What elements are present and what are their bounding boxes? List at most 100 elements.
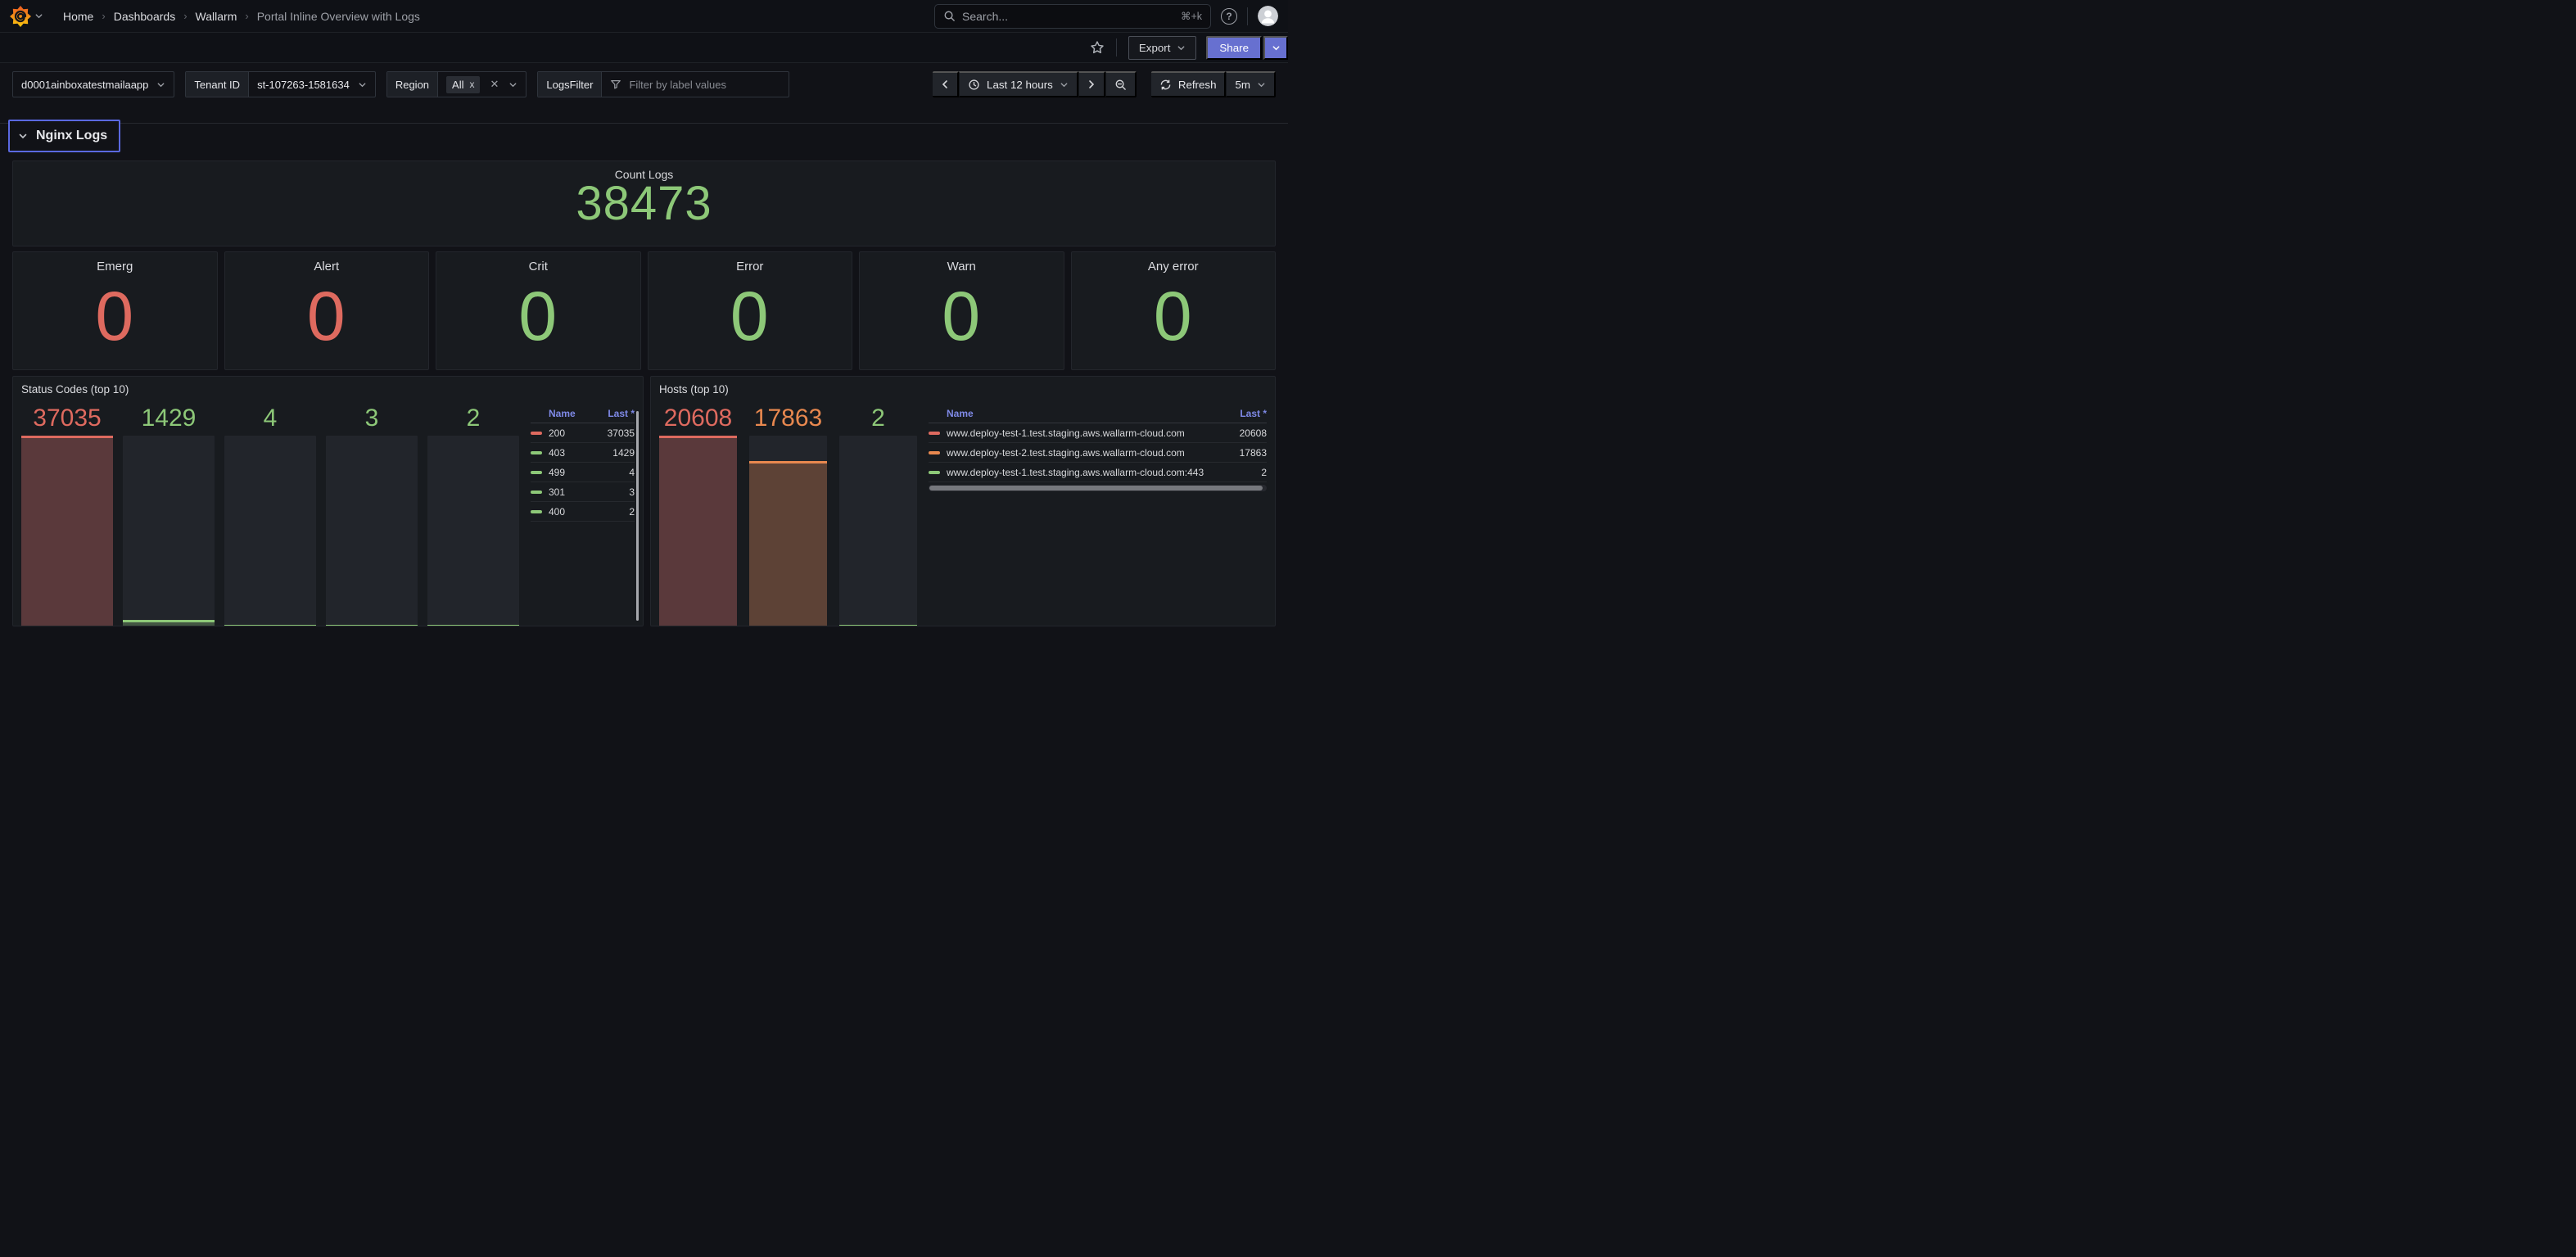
export-button[interactable]: Export [1128,36,1197,60]
grafana-logo-menu[interactable] [10,6,43,27]
bar-chart: 370351429432 [21,404,519,626]
panel-title[interactable]: Error [736,260,763,274]
logs-filter-input[interactable]: Filter by label values [602,72,789,97]
legend-row: 4002 [531,502,635,522]
scrollbar-thumb[interactable] [929,486,1263,491]
legend-series-value: 4 [629,467,635,478]
legend-series-value: 1429 [612,447,635,459]
bar-value-label: 20608 [659,404,737,433]
region-dropdown[interactable]: Region All x ✕ [386,71,527,97]
legend-series-name[interactable]: 400 [549,506,622,518]
legend-series-name[interactable]: 403 [549,447,606,459]
legend-series-name[interactable]: 499 [549,467,622,478]
chevron-down-icon [1177,43,1186,52]
search-input[interactable]: Search... ⌘+k [934,4,1211,29]
region-label: Region [387,72,438,97]
stat-panel-crit: Crit0 [436,251,641,370]
help-icon[interactable]: ? [1221,8,1237,25]
bar-value-label: 17863 [749,404,827,433]
chevron-down-icon [18,131,28,141]
time-shift-back-button[interactable] [933,71,959,97]
search-icon [943,10,956,22]
legend-series-value: 17863 [1240,447,1267,459]
legend-scrollbar[interactable] [636,411,639,621]
app-variable-dropdown[interactable]: d0001ainboxatestmailaapp [12,71,174,97]
legend-series-name[interactable]: www.deploy-test-2.test.staging.aws.walla… [947,447,1233,459]
chevron-down-icon [358,80,367,89]
bar-fill [224,625,316,626]
tenant-id-value: st-107263-1581634 [257,79,350,91]
panel-title[interactable]: Warn [947,260,976,274]
legend-series-value: 3 [629,486,635,498]
bar-value-label: 2 [839,404,917,433]
legend-header: Name Last * [531,404,635,423]
refresh-button[interactable]: Refresh [1151,71,1227,97]
panel-title[interactable]: Hosts (top 10) [659,383,1267,396]
breadcrumb-home[interactable]: Home [63,10,93,23]
legend-series-value: 37035 [608,427,635,439]
legend-horizontal-scrollbar[interactable] [929,485,1267,491]
filter-funnel-icon [610,79,621,90]
top-nav: Home › Dashboards › Wallarm › Portal Inl… [0,0,1288,33]
legend-series-value: 2 [1261,467,1267,478]
legend-name-header[interactable]: Name [947,408,974,419]
region-chip-remove-icon[interactable]: x [469,79,474,90]
stat-value: 0 [95,282,134,350]
stat-panel-any-error: Any error0 [1071,251,1277,370]
bar-track [21,436,113,626]
row-header-nginx-logs[interactable]: Nginx Logs [8,120,120,152]
bar-fill [427,625,519,626]
time-shift-forward-button[interactable] [1078,71,1105,97]
time-range-picker-button[interactable]: Last 12 hours [959,71,1078,97]
share-button[interactable]: Share [1206,36,1262,60]
region-chip-value: All [452,79,463,91]
legend-series-name[interactable]: 200 [549,427,601,439]
region-clear-icon[interactable]: ✕ [490,78,499,91]
legend-color-pill [531,510,542,513]
legend-value-header[interactable]: Last * [608,408,635,419]
chevron-down-icon [1257,80,1266,89]
legend-series-name[interactable]: 301 [549,486,622,498]
legend-table: Name Last * www.deploy-test-1.test.staging… [929,404,1267,626]
bar-column: 1429 [123,404,215,626]
region-chip[interactable]: All x [446,76,480,93]
tenant-id-dropdown[interactable]: Tenant ID st-107263-1581634 [185,71,375,97]
panel-title[interactable]: Any error [1148,260,1199,274]
bar-track [123,436,215,626]
bar-track [749,436,827,626]
legend-series-name[interactable]: www.deploy-test-1.test.staging.aws.walla… [947,427,1233,439]
refresh-icon [1159,79,1172,91]
refresh-interval-dropdown[interactable]: 5m [1226,71,1276,97]
legend-series-name[interactable]: www.deploy-test-1.test.staging.aws.walla… [947,467,1254,478]
stat-value: 0 [307,282,346,350]
legend-name-header[interactable]: Name [549,408,576,419]
hosts-panel: Hosts (top 10) 20608 17863 2 Name Last * www… [650,376,1276,626]
legend-color-pill [929,471,940,474]
time-zoom-out-button[interactable] [1105,71,1137,97]
legend-value-header[interactable]: Last * [1240,408,1267,419]
panel-title[interactable]: Status Codes (top 10) [21,383,635,396]
bar-chart: 20608 17863 2 [659,404,917,626]
bar-value-label: 2 [427,404,519,433]
breadcrumb-wallarm[interactable]: Wallarm [196,10,237,23]
bar-column: 4 [224,404,316,626]
legend-color-pill [531,491,542,494]
user-avatar[interactable] [1258,6,1278,26]
breadcrumb-dashboards[interactable]: Dashboards [114,10,176,23]
panel-title[interactable]: Emerg [97,260,133,274]
share-dropdown-button[interactable] [1263,36,1288,60]
legend-row: 499 4 [531,463,635,482]
stat-panel-warn: Warn0 [859,251,1064,370]
panel-title[interactable]: Alert [314,260,339,274]
bar-fill [659,436,737,626]
chevron-down-icon[interactable] [34,11,43,20]
favorite-star-icon[interactable] [1090,40,1105,55]
bar-column: 20608 [659,404,737,626]
breadcrumb-current-page: Portal Inline Overview with Logs [257,10,420,23]
chevron-down-icon [508,80,517,89]
panel-title[interactable]: Crit [529,260,548,274]
grafana-logo-icon[interactable] [10,6,31,27]
dashboard-grid: Count Logs 38473 Emerg0Alert0Crit0Error0… [0,161,1288,626]
legend-color-pill [531,432,542,435]
tenant-id-label: Tenant ID [186,72,249,97]
